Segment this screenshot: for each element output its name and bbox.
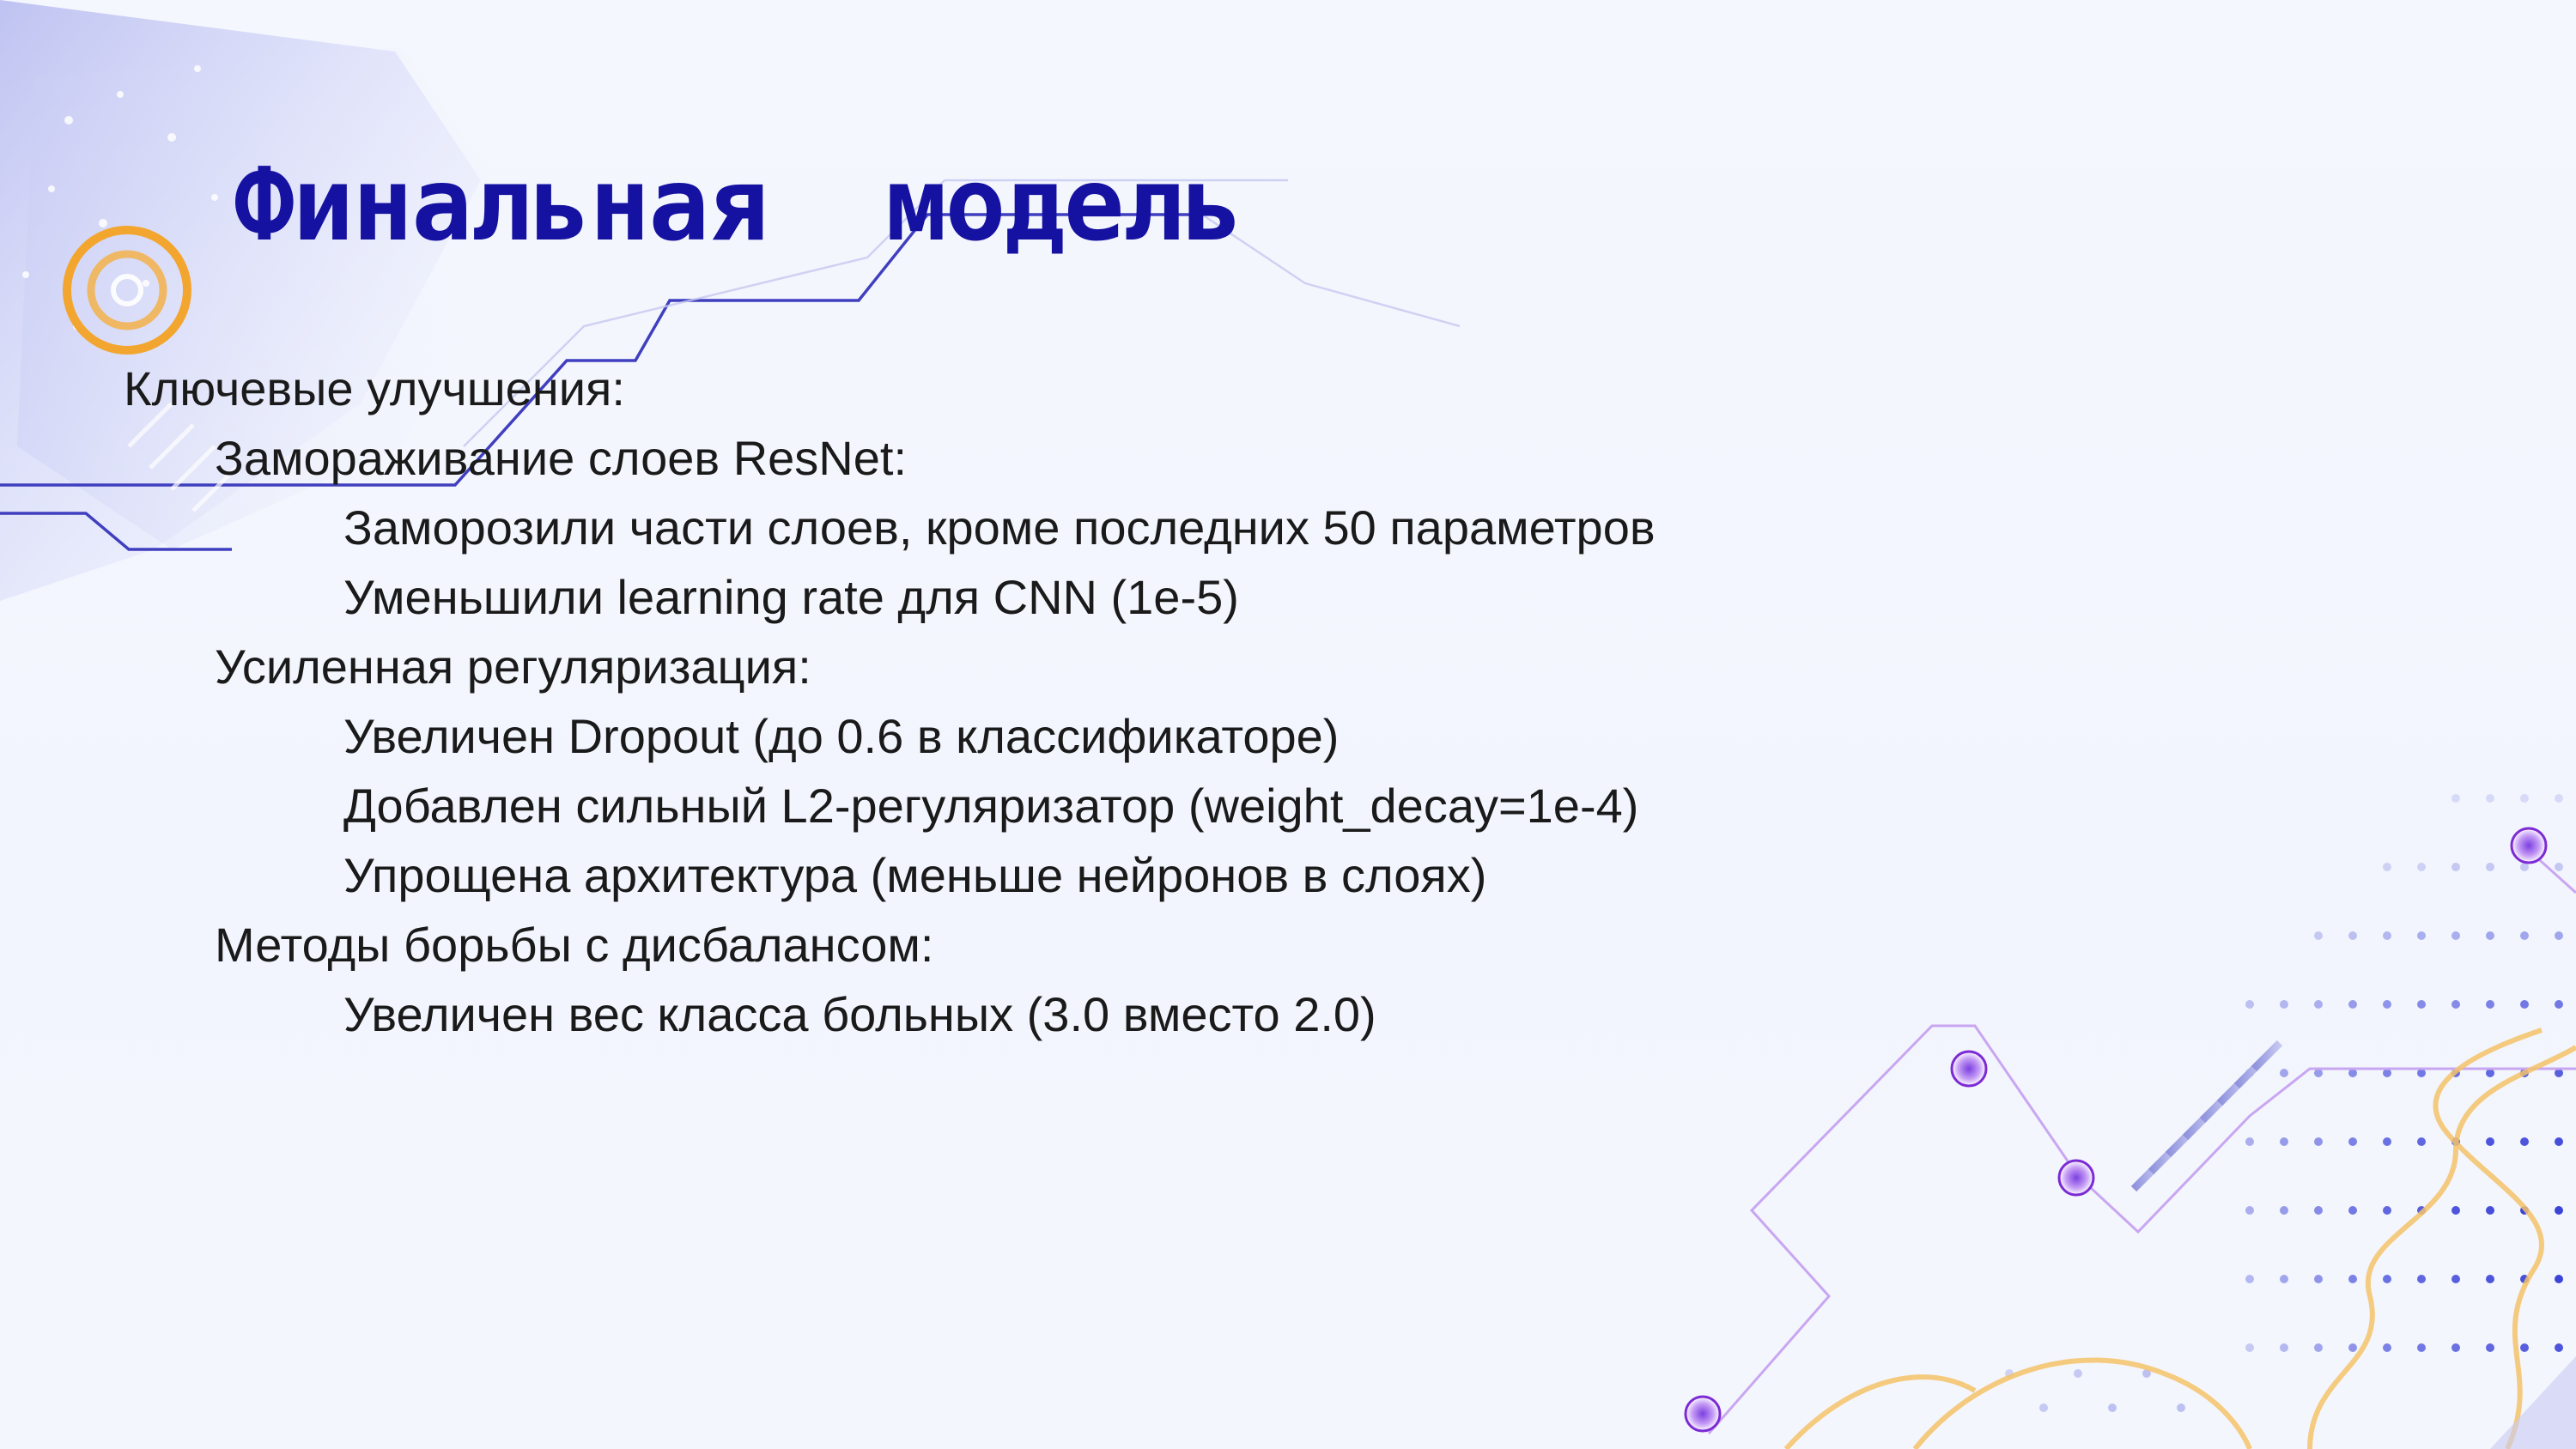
list-item: Добавлен сильный L2-регуляризатор (weigh… [343, 779, 1639, 833]
bullet-list: Ключевые улучшения: Замораживание слоев … [124, 354, 2013, 1049]
list-item: Ключевые улучшения: [124, 361, 625, 415]
list-item: Увеличен вес класса больных (3.0 вместо … [343, 987, 1376, 1041]
diagonal-stripes-right [2130, 1040, 2283, 1192]
bottom-right-shape [2490, 1356, 2576, 1449]
list-item: Усиленная регуляризация: [215, 640, 811, 694]
list-item: Заморозили части слоев, кроме последних … [343, 500, 1656, 555]
slide-title: Финальная модель [234, 145, 1243, 264]
list-item: Увеличен Dropout (до 0.6 в классификатор… [343, 709, 1340, 763]
list-item: Уменьшили learning rate для CNN (1e-5) [343, 570, 1239, 624]
list-item: Упрощена архитектура (меньше нейронов в … [343, 848, 1487, 902]
list-item: Замораживание слоев ResNet: [215, 431, 908, 485]
list-item: Методы борьбы с дисбалансом: [215, 918, 934, 972]
slide: Финальная модель Ключевые улучшения: Зам… [0, 0, 2576, 1449]
orange-curves [1783, 1028, 2576, 1449]
